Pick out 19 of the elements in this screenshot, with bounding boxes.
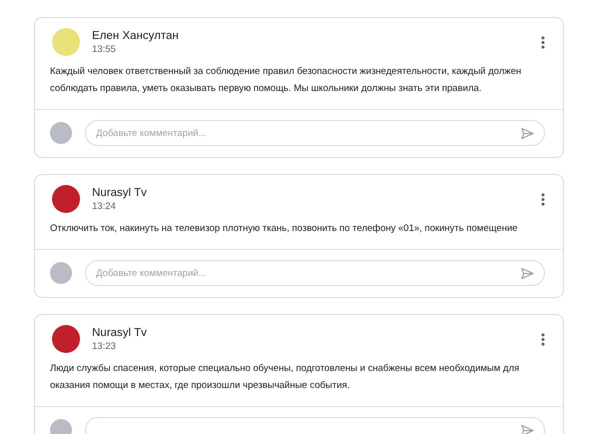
user-avatar-photo-placeholder xyxy=(50,262,72,284)
user-avatar-photo-placeholder xyxy=(50,122,72,144)
author-name: Елен Хансултан xyxy=(92,30,179,42)
post-text: Каждый человек ответственный за соблюдение правил безопасности жизнедеятельности, каждый должен соблюдать правила, уметь оказывать первую помощь. Мы школьники должны знать эти правила. xyxy=(50,65,522,96)
post-time: 13:55 xyxy=(92,44,117,55)
author-name: Nurasyl Tv xyxy=(92,327,147,339)
author-name: Nurasyl Tv xyxy=(92,187,147,199)
post-text: Люди службы спасения, которые специально обучены, подготовлены и снабжены всем необходимым для оказания помощи в местах, где произошли чрезвычайные события. xyxy=(50,362,520,393)
send-icon[interactable] xyxy=(520,266,535,280)
more-options-icon[interactable] xyxy=(541,193,545,206)
comment-input-field[interactable]: Добавьте комментарий... xyxy=(85,120,545,146)
more-options-icon[interactable] xyxy=(541,36,545,49)
send-icon[interactable] xyxy=(520,126,535,140)
post-time: 13:24 xyxy=(92,201,117,212)
post-text: Отключить ток, накинуть на телевизор плотную ткань, позвонить по телефону «01», покинуть помещение xyxy=(50,222,519,236)
send-icon[interactable] xyxy=(520,422,535,434)
more-options-icon[interactable] xyxy=(541,333,545,346)
post-time: 13:23 xyxy=(92,341,117,352)
comment-input-field[interactable]: Добавьте комментарий... xyxy=(85,260,545,286)
